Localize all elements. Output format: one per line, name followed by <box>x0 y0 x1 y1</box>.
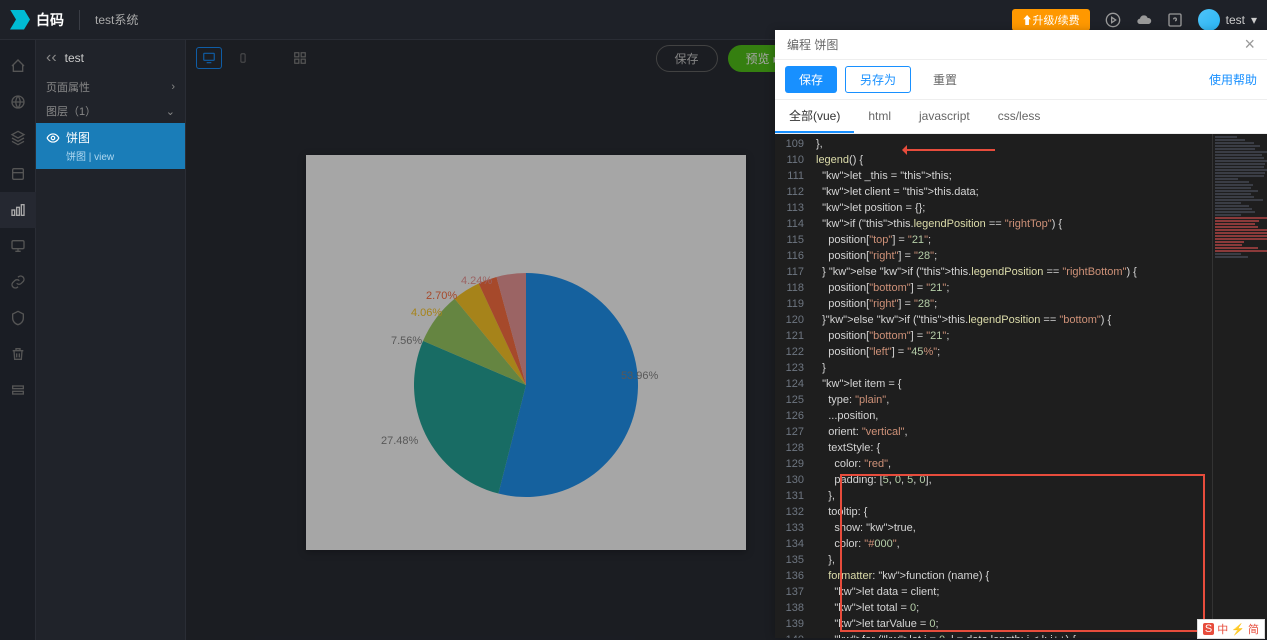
user-menu[interactable]: test ▾ <box>1198 9 1257 31</box>
rail-monitor-icon[interactable] <box>0 228 36 264</box>
avatar <box>1198 9 1220 31</box>
rail-globe-icon[interactable] <box>0 84 36 120</box>
page-title: test <box>65 51 84 65</box>
pie-label: 53.96% <box>621 370 658 382</box>
minimap[interactable] <box>1212 134 1267 638</box>
tab-html[interactable]: html <box>854 100 905 133</box>
chevron-down-icon: ▾ <box>1251 13 1257 27</box>
page-props-label: 页面属性 <box>46 79 90 95</box>
annotation-arrow <box>905 149 995 151</box>
code-panel: 编程 饼图 × 保存 另存为 重置 使用帮助 全部(vue) html java… <box>775 30 1267 638</box>
brand-text: 白码 <box>36 10 64 30</box>
canvas[interactable]: 53.96% 27.48% 7.56% 4.06% 2.70% 4.24% <box>306 155 746 550</box>
code-reset-button[interactable]: 重置 <box>919 66 971 93</box>
tab-css[interactable]: css/less <box>984 100 1055 133</box>
code-tabs: 全部(vue) html javascript css/less <box>775 100 1267 134</box>
help-link[interactable]: 使用帮助 <box>1209 71 1257 88</box>
page-props-row[interactable]: 页面属性 › <box>36 75 185 99</box>
pie-label: 2.70% <box>426 290 457 302</box>
system-name: test系统 <box>95 11 138 28</box>
rail-data-icon[interactable] <box>0 156 36 192</box>
back-button[interactable]: ‹‹ <box>46 49 57 67</box>
layer-item[interactable]: 饼图 饼图 | view <box>36 123 185 169</box>
mobile-view-icon[interactable] <box>230 47 256 69</box>
line-gutter: 109 110 111 112 113 114 115 116 117 118 … <box>775 134 810 638</box>
layers-row[interactable]: 图层（1） ⌄ <box>36 99 185 123</box>
rail-home-icon[interactable] <box>0 48 36 84</box>
sidebar: ‹‹ test 页面属性 › 图层（1） ⌄ 饼图 饼图 | view <box>36 40 186 640</box>
code-saveas-button[interactable]: 另存为 <box>845 66 911 93</box>
cloud-icon[interactable] <box>1136 12 1152 28</box>
breadcrumb: ‹‹ test <box>36 40 185 75</box>
rail-trash-icon[interactable] <box>0 336 36 372</box>
rail-layers-icon[interactable] <box>0 120 36 156</box>
username: test <box>1226 13 1245 27</box>
upgrade-button[interactable]: ⬆升级/续费 <box>1012 9 1090 31</box>
divider <box>79 10 80 30</box>
layer-subtitle: 饼图 | view <box>46 148 175 163</box>
close-icon[interactable]: × <box>1244 34 1255 55</box>
pie-label: 27.48% <box>381 435 418 447</box>
rail-settings-icon[interactable] <box>0 372 36 408</box>
logo[interactable]: 白码 <box>10 10 64 30</box>
rail-link-icon[interactable] <box>0 264 36 300</box>
layer-name: 饼图 <box>66 129 90 146</box>
play-circle-icon[interactable] <box>1105 12 1121 28</box>
chevron-right-icon: › <box>171 81 175 93</box>
chevron-down-icon: ⌄ <box>166 105 175 118</box>
layers-label: 图层（1） <box>46 103 96 119</box>
code-body[interactable]: },legend() { "kw">let _this = "this">thi… <box>810 134 1212 638</box>
pie-chart: 53.96% 27.48% 7.56% 4.06% 2.70% 4.24% <box>386 245 666 525</box>
pie-label: 4.24% <box>461 275 492 287</box>
left-rail <box>0 40 36 640</box>
ime-badge[interactable]: S 中 ⚡ 简 <box>1197 619 1265 639</box>
save-button[interactable]: 保存 <box>655 45 717 72</box>
pie-label: 4.06% <box>411 307 442 319</box>
desktop-view-icon[interactable] <box>196 47 222 69</box>
eye-icon[interactable] <box>46 131 60 145</box>
code-save-button[interactable]: 保存 <box>785 66 837 93</box>
help-icon[interactable] <box>1167 12 1183 28</box>
tab-vue[interactable]: 全部(vue) <box>775 100 854 133</box>
panel-title: 编程 饼图 <box>787 36 838 53</box>
pie-label: 7.56% <box>391 335 422 347</box>
rail-chart-icon[interactable] <box>0 192 36 228</box>
rail-shield-icon[interactable] <box>0 300 36 336</box>
code-editor[interactable]: 109 110 111 112 113 114 115 116 117 118 … <box>775 134 1267 638</box>
logo-icon <box>10 10 30 30</box>
tab-js[interactable]: javascript <box>905 100 984 133</box>
grid-view-icon[interactable] <box>287 47 313 69</box>
